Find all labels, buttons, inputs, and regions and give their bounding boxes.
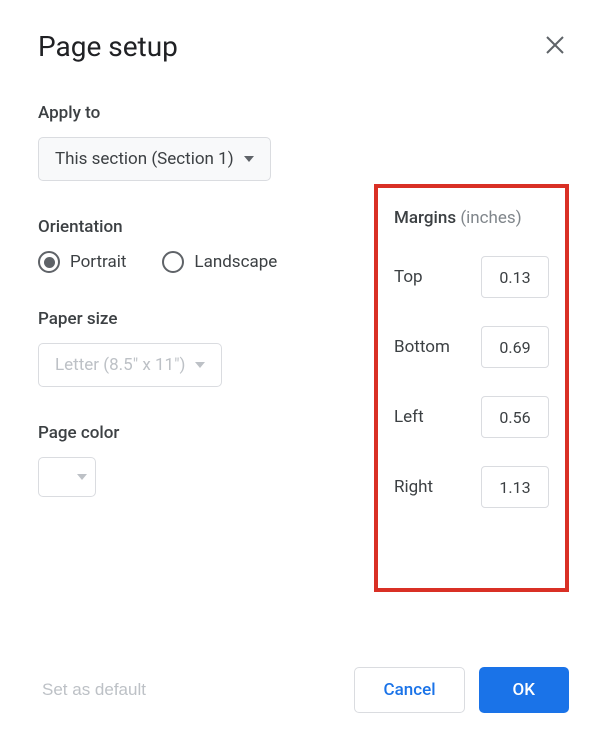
margin-right-label: Right — [394, 477, 433, 497]
chevron-down-icon — [244, 156, 254, 162]
ok-button[interactable]: OK — [479, 667, 569, 713]
left-column: Apply to This section (Section 1) Orient… — [38, 103, 344, 647]
margin-left-row: Left — [394, 396, 549, 438]
close-icon — [546, 33, 564, 61]
margins-unit: (inches) — [460, 208, 521, 228]
radio-unchecked-icon — [162, 251, 184, 273]
paper-size-value: Letter (8.5" x 11") — [55, 355, 185, 375]
apply-to-label: Apply to — [38, 103, 344, 123]
orientation-label: Orientation — [38, 217, 344, 237]
margin-left-label: Left — [394, 407, 424, 427]
margin-right-input[interactable] — [481, 466, 549, 508]
right-column: Margins (inches) Top Bottom Left Right — [374, 198, 569, 647]
cancel-button[interactable]: Cancel — [354, 667, 464, 713]
page-color-label: Page color — [38, 423, 344, 443]
orientation-landscape-radio[interactable]: Landscape — [162, 251, 277, 273]
margin-right-row: Right — [394, 466, 549, 508]
set-as-default-button[interactable]: Set as default — [38, 672, 150, 708]
margin-bottom-label: Bottom — [394, 337, 450, 357]
margin-top-input[interactable] — [481, 256, 549, 298]
paper-size-label: Paper size — [38, 309, 344, 329]
orientation-portrait-radio[interactable]: Portrait — [38, 251, 126, 273]
paper-size-dropdown[interactable]: Letter (8.5" x 11") — [38, 343, 222, 387]
page-setup-dialog: Page setup Apply to This section (Sectio… — [0, 0, 607, 743]
apply-to-dropdown[interactable]: This section (Section 1) — [38, 137, 271, 181]
dialog-content: Apply to This section (Section 1) Orient… — [38, 103, 569, 647]
orientation-radio-group: Portrait Landscape — [38, 251, 344, 273]
apply-to-value: This section (Section 1) — [55, 149, 234, 169]
chevron-down-icon — [195, 362, 205, 368]
dialog-footer: Set as default Cancel OK — [38, 667, 569, 713]
landscape-label: Landscape — [194, 252, 277, 272]
margin-top-row: Top — [394, 256, 549, 298]
chevron-down-icon — [77, 474, 87, 480]
dialog-title: Page setup — [38, 30, 178, 63]
margins-label: Margins — [394, 208, 456, 228]
margin-top-label: Top — [394, 267, 423, 287]
margin-bottom-row: Bottom — [394, 326, 549, 368]
margins-highlight-box: Margins (inches) Top Bottom Left Right — [374, 184, 569, 592]
margin-bottom-input[interactable] — [481, 326, 549, 368]
portrait-label: Portrait — [70, 252, 126, 272]
radio-checked-icon — [38, 251, 60, 273]
footer-buttons: Cancel OK — [354, 667, 569, 713]
margin-left-input[interactable] — [481, 396, 549, 438]
page-color-dropdown[interactable] — [38, 457, 96, 497]
close-button[interactable] — [541, 33, 569, 61]
dialog-header: Page setup — [38, 30, 569, 63]
margins-header: Margins (inches) — [394, 208, 549, 228]
